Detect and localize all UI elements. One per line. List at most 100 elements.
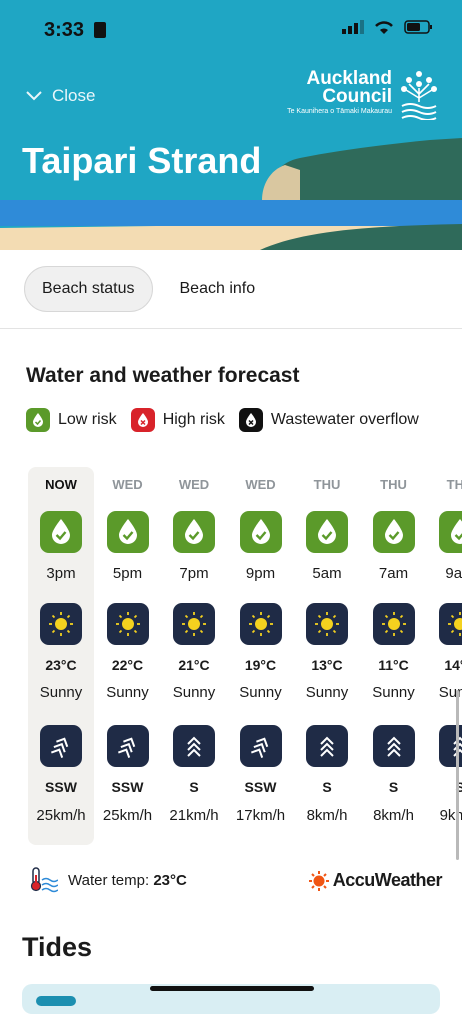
forecast-day: THU bbox=[380, 477, 407, 492]
water-quality-low-risk-icon bbox=[372, 511, 415, 553]
forecast-column: WED 9pm 19°C Sunny SSW 17km/h bbox=[228, 467, 294, 845]
signal-icon bbox=[342, 20, 364, 34]
water-thermometer-icon bbox=[30, 867, 58, 893]
divider bbox=[0, 328, 462, 329]
tab-beach-status[interactable]: Beach status bbox=[24, 266, 153, 312]
tides-title: Tides bbox=[22, 932, 93, 962]
legend-high-risk: High risk bbox=[130, 408, 225, 432]
wind-speed: 21km/h bbox=[169, 807, 219, 824]
forecast-column: THU 5am 13°C Sunny S 8km/h bbox=[294, 467, 360, 845]
forecast-hour: 3pm bbox=[46, 565, 76, 582]
risk-legend: Low risk High risk Wastewater overflow bbox=[26, 408, 423, 432]
water-quality-low-risk-icon bbox=[40, 511, 82, 553]
forecast-condition: Sunny bbox=[106, 684, 149, 701]
forecast-title: Water and weather forecast bbox=[26, 364, 300, 387]
water-temp-value: 23°C bbox=[153, 871, 187, 889]
wifi-icon bbox=[375, 21, 393, 34]
forecast-temp: 13°C bbox=[311, 657, 343, 673]
forecast-condition: Sunny bbox=[239, 684, 282, 701]
wastewater-icon bbox=[238, 408, 263, 432]
accuweather-logo: AccuWeather bbox=[308, 870, 443, 891]
wind-direction: SSW bbox=[244, 779, 277, 795]
status-time: 3:33 bbox=[44, 19, 85, 41]
water-quality-low-risk-icon bbox=[439, 511, 462, 553]
water-x-icon bbox=[130, 408, 155, 432]
logo-line2: Council bbox=[322, 86, 392, 107]
wind-direction: SSW bbox=[111, 779, 144, 795]
wind-direction-icon bbox=[106, 725, 149, 767]
wind-direction-icon bbox=[40, 725, 82, 767]
forecast-temp: 19°C bbox=[244, 657, 277, 673]
forecast-temp: 21°C bbox=[178, 657, 210, 673]
forecast-temp: 14°C bbox=[444, 657, 462, 673]
sunny-icon bbox=[439, 603, 462, 645]
scrollbar[interactable] bbox=[456, 690, 459, 860]
sunny-icon bbox=[40, 603, 82, 645]
wind-direction-icon bbox=[173, 725, 215, 767]
water-temp-label: Water temp: bbox=[68, 871, 150, 889]
forecast-condition: Sunny bbox=[172, 684, 216, 701]
sun-icon bbox=[308, 870, 329, 891]
forecast-column: NOW 3pm 23°C Sunny SSW 25km/h bbox=[28, 467, 94, 845]
wind-speed: 25km/h bbox=[36, 807, 86, 824]
forecast-temp: 11°C bbox=[378, 657, 409, 673]
water-quality-low-risk-icon bbox=[173, 511, 215, 553]
forecast-hour: 7pm bbox=[179, 565, 209, 582]
legend-label: Wastewater overflow bbox=[270, 411, 419, 428]
forecast-hour: 9pm bbox=[245, 565, 276, 582]
wind-speed: 25km/h bbox=[102, 807, 153, 824]
close-label: Close bbox=[52, 86, 96, 105]
chevron-down-icon bbox=[26, 91, 42, 101]
beach-title: Taipari Strand bbox=[22, 140, 262, 181]
status-bar: 3:33 bbox=[0, 0, 462, 60]
forecast-day: NOW bbox=[45, 477, 77, 492]
wind-direction: S bbox=[322, 779, 332, 795]
tide-badge bbox=[36, 996, 76, 1006]
home-indicator[interactable] bbox=[150, 986, 314, 991]
water-quality-low-risk-icon bbox=[106, 511, 149, 553]
forecast-condition: Sunny bbox=[39, 684, 83, 701]
forecast-day: THU bbox=[446, 477, 462, 492]
close-button[interactable]: Close bbox=[26, 86, 95, 106]
legend-wastewater: Wastewater overflow bbox=[238, 408, 419, 432]
forecast-day: WED bbox=[112, 477, 143, 492]
wind-direction-icon bbox=[306, 725, 348, 767]
forecast-temp: 23°C bbox=[45, 657, 77, 673]
forecast-day: THU bbox=[313, 477, 341, 492]
sunny-icon bbox=[372, 603, 415, 645]
tab-bar: Beach status Beach info bbox=[24, 266, 272, 312]
water-check-icon bbox=[26, 408, 50, 432]
legend-label: High risk bbox=[162, 411, 225, 428]
wind-direction: S bbox=[388, 779, 399, 795]
forecast-column: WED 5pm 22°C Sunny SSW 25km/h bbox=[95, 467, 161, 845]
sunny-icon bbox=[106, 603, 149, 645]
forecast-hour: 9am bbox=[445, 565, 462, 582]
battery-icon bbox=[404, 20, 432, 34]
water-temp-row: Water temp: 23°C bbox=[28, 866, 187, 894]
water-quality-low-risk-icon bbox=[306, 511, 348, 553]
forecast-day: WED bbox=[178, 477, 210, 492]
tab-beach-info[interactable]: Beach info bbox=[163, 266, 273, 312]
forecast-column: THU 7am 11°C Sunny S 8km/h bbox=[361, 467, 427, 845]
sunny-icon bbox=[173, 603, 215, 645]
forecast-column: WED 7pm 21°C Sunny S 21km/h bbox=[161, 467, 227, 845]
forecast-hour: 5pm bbox=[112, 565, 143, 582]
pohutukawa-logo-icon bbox=[401, 71, 437, 120]
wind-direction: S bbox=[189, 779, 199, 795]
wind-speed: 8km/h bbox=[306, 807, 348, 824]
water-quality-low-risk-icon bbox=[239, 511, 282, 553]
beach-hero-banner: 3:33 Close Auckland Council Te Kaunihera… bbox=[0, 0, 462, 250]
provider-name: AccuWeather bbox=[332, 870, 443, 890]
auckland-council-logo: Auckland Council Te Kaunihera o Tāmaki M… bbox=[287, 69, 440, 120]
forecast-strip[interactable]: NOW 3pm 23°C Sunny SSW 25km/h WED 5pm 22°C Sunny S… bbox=[28, 467, 462, 847]
legend-low-risk: Low risk bbox=[26, 408, 117, 432]
sunny-icon bbox=[239, 603, 282, 645]
logo-tagline: Te Kaunihera o Tāmaki Makaurau bbox=[287, 108, 392, 115]
id-card-icon bbox=[94, 22, 106, 38]
forecast-hour: 5am bbox=[312, 565, 342, 582]
wind-speed: 17km/h bbox=[235, 807, 286, 824]
forecast-temp: 22°C bbox=[111, 657, 144, 673]
sunny-icon bbox=[306, 603, 348, 645]
wind-speed: 8km/h bbox=[373, 807, 414, 824]
forecast-condition: Sunny bbox=[372, 684, 415, 701]
